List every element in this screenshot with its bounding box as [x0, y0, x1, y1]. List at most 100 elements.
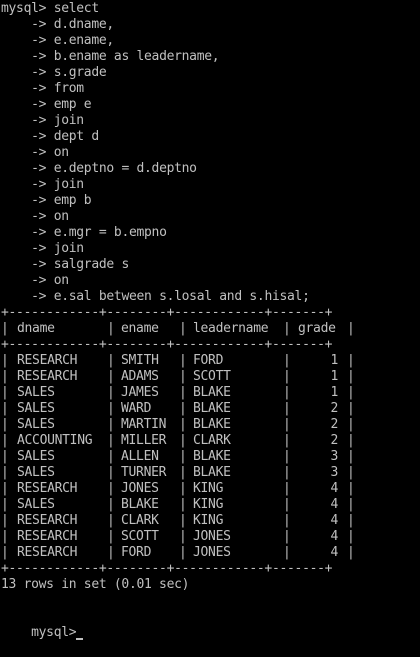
column-separator: |: [179, 417, 187, 432]
column-separator: |: [347, 513, 355, 528]
column-separator: |: [107, 449, 115, 464]
column-separator: |: [283, 401, 291, 416]
column-separator: |: [1, 529, 9, 544]
column-separator: |: [347, 417, 355, 432]
cell-grade: 1: [330, 369, 338, 384]
continuation-prompt: ->: [1, 289, 47, 304]
table-row: | | | | | SALES WARD BLAKE 2: [1, 401, 361, 417]
column-separator: |: [179, 321, 187, 336]
table-row: | | | | | SALES ALLEN BLAKE 3: [1, 449, 361, 465]
continuation-prompt: ->: [1, 81, 47, 96]
column-separator: |: [107, 529, 115, 544]
query-text: emp b: [46, 193, 92, 208]
prompt: mysql>: [1, 1, 47, 16]
terminal-window[interactable]: mysql> select -> d.dname, -> e.ename, ->…: [0, 0, 420, 640]
cell-dname: RESEARCH: [17, 513, 78, 528]
continuation-prompt: ->: [1, 65, 47, 80]
query-line: -> on: [1, 273, 69, 289]
continuation-prompt: ->: [1, 209, 47, 224]
column-separator: |: [1, 465, 9, 480]
column-separator: |: [179, 369, 187, 384]
cell-grade: 1: [330, 353, 338, 368]
cell-dname: ACCOUNTING: [17, 433, 93, 448]
column-separator: |: [347, 545, 355, 560]
column-separator: |: [283, 545, 291, 560]
cell-dname: SALES: [17, 497, 55, 512]
column-separator: |: [347, 529, 355, 544]
cell-leadername: JONES: [193, 545, 231, 560]
table-row: | | | | | RESEARCH JONES KING 4: [1, 481, 361, 497]
cell-grade: 1: [330, 385, 338, 400]
table-row: | | | | | SALES MARTIN BLAKE 2: [1, 417, 361, 433]
cell-grade: 4: [330, 481, 338, 496]
cursor: [76, 638, 84, 640]
column-separator: |: [347, 401, 355, 416]
query-text: e.mgr = b.empno: [46, 225, 167, 240]
cell-leadername: FORD: [193, 353, 224, 368]
table-row: | | | | | RESEARCH SCOTT JONES 4: [1, 529, 361, 545]
continuation-prompt: ->: [1, 17, 47, 32]
cell-dname: RESEARCH: [17, 481, 78, 496]
column-separator: |: [1, 353, 9, 368]
column-separator: |: [1, 385, 9, 400]
continuation-prompt: ->: [1, 161, 47, 176]
query-line: -> e.deptno = d.deptno: [1, 161, 197, 177]
continuation-prompt: ->: [1, 193, 47, 208]
column-separator: |: [347, 369, 355, 384]
cell-leadername: CLARK: [193, 433, 231, 448]
cell-grade: 2: [330, 401, 338, 416]
result-summary: 13 rows in set (0.01 sec): [1, 577, 190, 592]
continuation-prompt: ->: [1, 257, 47, 272]
query-text: s.grade: [46, 65, 107, 80]
column-separator: |: [107, 465, 115, 480]
cell-ename: FORD: [121, 545, 152, 560]
query-text: select: [46, 1, 99, 16]
query-line: -> from: [1, 81, 84, 97]
query-line: -> on: [1, 209, 69, 225]
column-separator: |: [283, 433, 291, 448]
cell-leadername: BLAKE: [193, 401, 231, 416]
query-text: e.sal between s.losal and s.hisal;: [46, 289, 310, 304]
header-grade: grade: [298, 321, 336, 336]
column-separator: |: [1, 497, 9, 512]
column-separator: |: [179, 353, 187, 368]
query-text: salgrade s: [46, 257, 130, 272]
column-separator: |: [283, 465, 291, 480]
query-text: emp e: [46, 97, 92, 112]
continuation-prompt: ->: [1, 225, 47, 240]
column-separator: |: [347, 449, 355, 464]
column-separator: |: [347, 465, 355, 480]
table-header-row: | | | | | dname ename leadername grade: [1, 321, 361, 337]
column-separator: |: [1, 481, 9, 496]
final-prompt-line[interactable]: mysql>: [1, 609, 84, 640]
cell-ename: TURNER: [121, 465, 167, 480]
column-separator: |: [107, 497, 115, 512]
query-line: -> emp b: [1, 193, 92, 209]
cell-leadername: KING: [193, 497, 224, 512]
column-separator: |: [283, 353, 291, 368]
cell-dname: SALES: [17, 385, 55, 400]
query-text: join: [46, 113, 84, 128]
column-separator: |: [283, 417, 291, 432]
cell-leadername: BLAKE: [193, 465, 231, 480]
column-separator: |: [1, 433, 9, 448]
query-line: -> on: [1, 145, 69, 161]
query-text: from: [46, 81, 84, 96]
column-separator: |: [107, 369, 115, 384]
continuation-prompt: ->: [1, 113, 47, 128]
query-text: d.dname,: [46, 17, 115, 32]
column-separator: |: [283, 513, 291, 528]
cell-ename: JAMES: [121, 385, 159, 400]
column-separator: |: [107, 417, 115, 432]
query-line: -> emp e: [1, 97, 92, 113]
cell-ename: MARTIN: [121, 417, 167, 432]
column-separator: |: [1, 417, 9, 432]
query-line: -> s.grade: [1, 65, 107, 81]
cell-dname: SALES: [17, 449, 55, 464]
cell-grade: 2: [330, 433, 338, 448]
column-separator: |: [107, 321, 115, 336]
column-separator: |: [347, 481, 355, 496]
cell-dname: SALES: [17, 401, 55, 416]
query-line: -> join: [1, 177, 84, 193]
header-leadername: leadername: [193, 321, 269, 336]
